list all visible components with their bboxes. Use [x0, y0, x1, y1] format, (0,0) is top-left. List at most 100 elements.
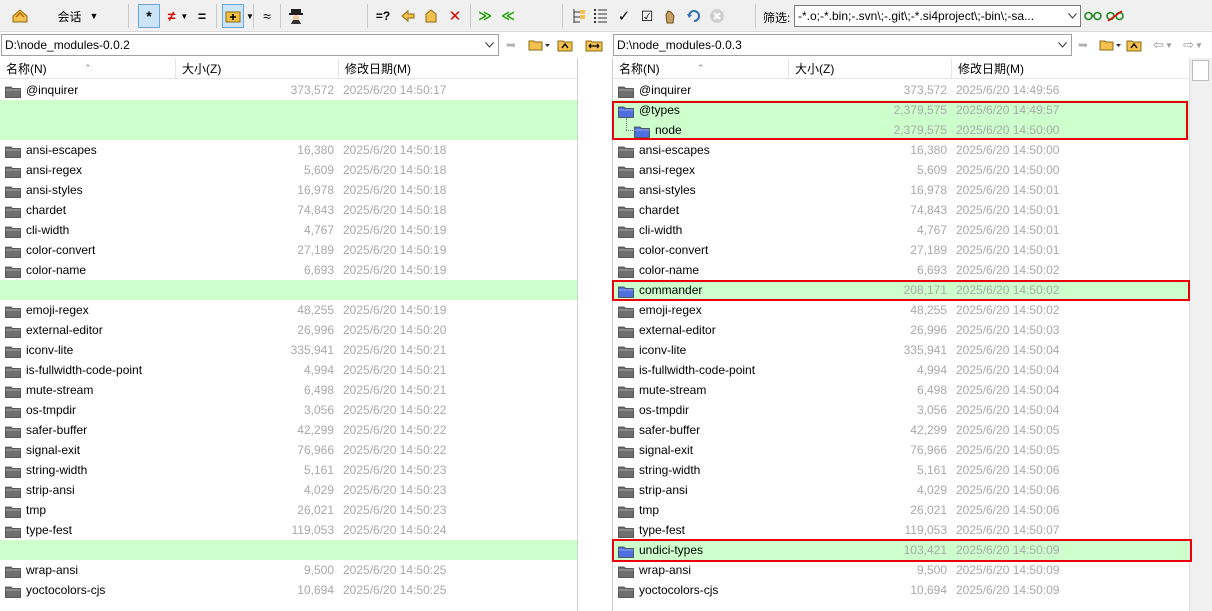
placeholder-row[interactable] — [0, 540, 577, 560]
home-icon[interactable] — [420, 4, 442, 28]
up-folder-icon[interactable] — [1125, 36, 1143, 54]
table-row[interactable]: mute-stream 6,498 2025/6/20 14:50:04 — [613, 380, 1189, 400]
close-icon[interactable] — [707, 4, 727, 28]
table-row[interactable]: cli-width 4,767 2025/6/20 14:50:01 — [613, 220, 1189, 240]
stop-icon[interactable]: ✕ — [444, 4, 466, 28]
table-row[interactable]: strip-ansi 4,029 2025/6/20 14:50:06 — [613, 480, 1189, 500]
left-name-column-header[interactable]: 名称(N) ⌃ — [0, 58, 176, 79]
left-path-input[interactable]: D:\node_modules-0.0.2 — [1, 34, 499, 56]
right-name-column-header[interactable]: 名称(N) ⌃ — [613, 58, 789, 79]
table-row[interactable]: external-editor 26,996 2025/6/20 14:50:20 — [0, 320, 577, 340]
table-row[interactable]: iconv-lite 335,941 2025/6/20 14:50:04 — [613, 340, 1189, 360]
prev-diff-icon[interactable] — [397, 4, 419, 28]
table-row[interactable]: is-fullwidth-code-point 4,994 2025/6/20 14… — [0, 360, 577, 380]
copy-right-icon[interactable]: ≫ — [474, 4, 496, 28]
compare-icon[interactable]: =? — [372, 4, 394, 28]
pane-divider[interactable] — [577, 58, 578, 611]
session-icon[interactable] — [8, 4, 32, 28]
table-row[interactable]: chardet 74,843 2025/6/20 14:50:01 — [613, 200, 1189, 220]
placeholder-row[interactable] — [0, 100, 577, 120]
table-row[interactable]: type-fest 119,053 2025/6/20 14:50:24 — [0, 520, 577, 540]
table-row[interactable]: wrap-ansi 9,500 2025/6/20 14:50:25 — [0, 560, 577, 580]
table-row[interactable]: is-fullwidth-code-point 4,994 2025/6/20 14… — [613, 360, 1189, 380]
copy-left-icon[interactable]: ≪ — [497, 4, 519, 28]
tree-icon[interactable] — [569, 4, 589, 28]
table-row[interactable]: wrap-ansi 9,500 2025/6/20 14:50:09 — [613, 560, 1189, 580]
expand-icon[interactable] — [222, 4, 244, 28]
table-row[interactable]: os-tmpdir 3,056 2025/6/20 14:50:04 — [613, 400, 1189, 420]
table-row[interactable]: color-convert 27,189 2025/6/20 14:50:01 — [613, 240, 1189, 260]
table-row[interactable]: emoji-regex 48,255 2025/6/20 14:50:19 — [0, 300, 577, 320]
table-row[interactable]: yoctocolors-cjs 10,694 2025/6/20 14:50:09 — [613, 580, 1189, 600]
up-folder-icon[interactable] — [556, 36, 574, 54]
right-scrollbar[interactable] — [1189, 58, 1212, 611]
right-pane[interactable]: 名称(N) ⌃ 大小(Z) 修改日期(M) @inquirer 373,572 20… — [613, 58, 1189, 611]
right-date-column-header[interactable]: 修改日期(M) — [952, 58, 1189, 79]
table-row[interactable]: @types 2,379,575 2025/6/20 14:49:57 — [613, 100, 1189, 120]
table-row[interactable]: node 2,379,575 2025/6/20 14:50:00 — [613, 118, 1189, 140]
right-size-column-header[interactable]: 大小(Z) — [789, 58, 952, 79]
table-row[interactable]: ansi-styles 16,978 2025/6/20 14:50:01 — [613, 180, 1189, 200]
check-all-icon[interactable]: ☑ — [637, 4, 657, 28]
table-row[interactable]: @inquirer 373,572 2025/6/20 14:50:17 — [0, 80, 577, 100]
check-icon[interactable]: ✓ — [614, 4, 634, 28]
table-row[interactable]: safer-buffer 42,299 2025/6/20 14:50:22 — [0, 420, 577, 440]
table-row[interactable]: ansi-regex 5,609 2025/6/20 14:50:18 — [0, 160, 577, 180]
chevron-down-icon[interactable] — [1055, 35, 1069, 55]
swap-arrow-icon[interactable]: ➥ — [502, 36, 520, 54]
list-icon[interactable] — [591, 4, 611, 28]
equal-icon[interactable]: = — [193, 4, 211, 28]
table-row[interactable]: tmp 26,021 2025/6/20 14:50:06 — [613, 500, 1189, 520]
touch-icon[interactable] — [660, 4, 680, 28]
table-row[interactable]: undici-types 103,421 2025/6/20 14:50:09 — [613, 540, 1189, 560]
table-row[interactable]: safer-buffer 42,299 2025/6/20 14:50:05 — [613, 420, 1189, 440]
placeholder-row[interactable] — [0, 120, 577, 140]
scrollbar-thumb[interactable] — [1192, 60, 1209, 81]
forward-icon[interactable]: ⇨ ▼ — [1179, 36, 1207, 54]
table-row[interactable]: color-name 6,693 2025/6/20 14:50:02 — [613, 260, 1189, 280]
table-row[interactable]: ansi-escapes 16,380 2025/6/20 14:50:18 — [0, 140, 577, 160]
table-row[interactable]: ansi-regex 5,609 2025/6/20 14:50:00 — [613, 160, 1189, 180]
table-row[interactable]: color-name 6,693 2025/6/20 14:50:19 — [0, 260, 577, 280]
no-glasses-icon[interactable] — [1105, 4, 1125, 28]
swap-arrow-icon[interactable]: ➥ — [1074, 36, 1092, 54]
table-row[interactable]: string-width 5,161 2025/6/20 14:50:06 — [613, 460, 1189, 480]
table-row[interactable]: @inquirer 373,572 2025/6/20 14:49:56 — [613, 80, 1189, 100]
table-row[interactable]: cli-width 4,767 2025/6/20 14:50:19 — [0, 220, 577, 240]
table-row[interactable]: emoji-regex 48,255 2025/6/20 14:50:02 — [613, 300, 1189, 320]
filter-input[interactable]: -*.o;-*.bin;-.svn\;-.git\;-*.si4project\… — [794, 5, 1081, 27]
spy-icon[interactable] — [285, 4, 307, 28]
left-size-column-header[interactable]: 大小(Z) — [176, 58, 339, 79]
table-row[interactable]: iconv-lite 335,941 2025/6/20 14:50:21 — [0, 340, 577, 360]
table-row[interactable]: external-editor 26,996 2025/6/20 14:50:03 — [613, 320, 1189, 340]
not-equal-icon[interactable]: ≠ ▼ — [163, 4, 193, 28]
table-row[interactable]: string-width 5,161 2025/6/20 14:50:23 — [0, 460, 577, 480]
back-icon[interactable]: ⇦ ▼ — [1150, 36, 1176, 54]
glasses-icon[interactable] — [1083, 4, 1103, 28]
similar-icon[interactable]: ≈ — [258, 4, 276, 28]
chevron-down-icon[interactable] — [482, 35, 496, 55]
table-row[interactable]: type-fest 119,053 2025/6/20 14:50:07 — [613, 520, 1189, 540]
all-filter-icon[interactable]: * — [138, 4, 160, 28]
table-row[interactable]: commander 208,171 2025/6/20 14:50:02 — [613, 280, 1189, 300]
table-row[interactable]: tmp 26,021 2025/6/20 14:50:23 — [0, 500, 577, 520]
placeholder-row[interactable] — [0, 280, 577, 300]
table-row[interactable]: ansi-styles 16,978 2025/6/20 14:50:18 — [0, 180, 577, 200]
browse-folder-icon[interactable] — [526, 36, 552, 54]
browse-folder-icon[interactable] — [1097, 36, 1123, 54]
left-date-column-header[interactable]: 修改日期(M) — [339, 58, 577, 79]
sync-folders-icon[interactable] — [584, 36, 604, 54]
chevron-down-icon[interactable]: ▼ — [244, 4, 256, 28]
table-row[interactable]: color-convert 27,189 2025/6/20 14:50:19 — [0, 240, 577, 260]
table-row[interactable]: signal-exit 76,966 2025/6/20 14:50:05 — [613, 440, 1189, 460]
table-row[interactable]: yoctocolors-cjs 10,694 2025/6/20 14:50:25 — [0, 580, 577, 600]
table-row[interactable]: os-tmpdir 3,056 2025/6/20 14:50:22 — [0, 400, 577, 420]
session-menu[interactable]: 会话 ▼ — [52, 4, 104, 28]
refresh-icon[interactable] — [684, 4, 704, 28]
left-pane[interactable]: 名称(N) ⌃ 大小(Z) 修改日期(M) @inquirer 373,572 20… — [0, 58, 577, 611]
right-path-input[interactable]: D:\node_modules-0.0.3 — [613, 34, 1072, 56]
table-row[interactable]: chardet 74,843 2025/6/20 14:50:18 — [0, 200, 577, 220]
table-row[interactable]: mute-stream 6,498 2025/6/20 14:50:21 — [0, 380, 577, 400]
table-row[interactable]: strip-ansi 4,029 2025/6/20 14:50:23 — [0, 480, 577, 500]
chevron-down-icon[interactable] — [1064, 6, 1080, 26]
